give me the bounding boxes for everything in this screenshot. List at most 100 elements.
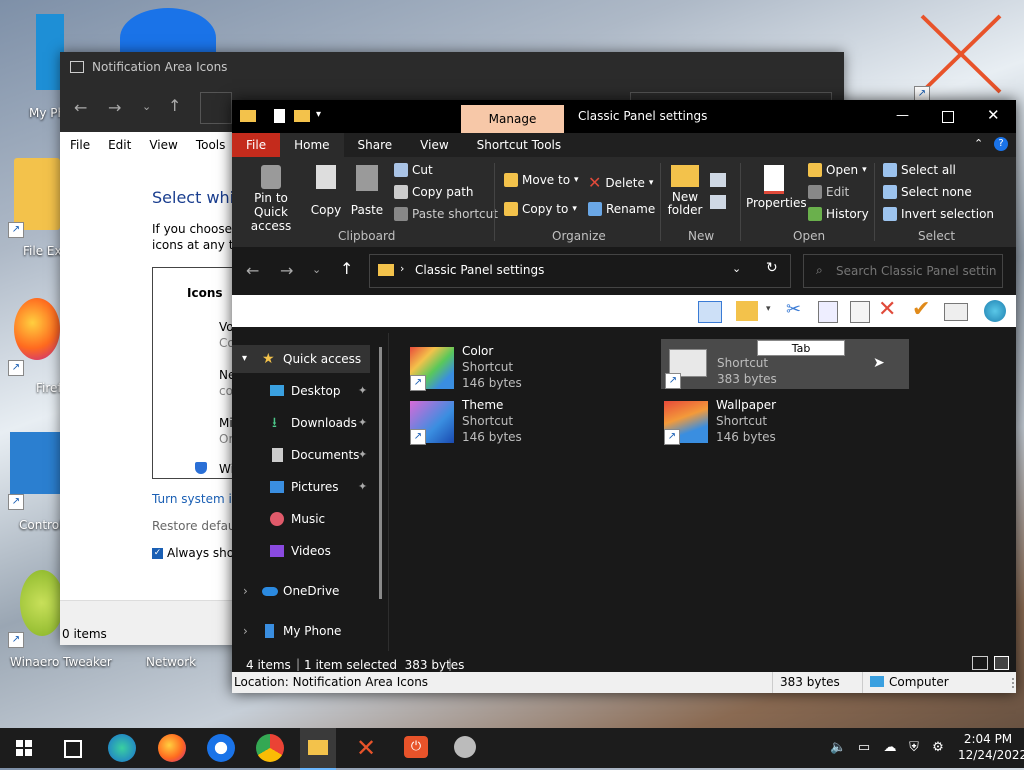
cut-entry[interactable]: Cut: [394, 163, 433, 177]
file-item-color[interactable]: ↗ Color Shortcut 146 bytes: [410, 343, 630, 393]
checkbox-checked-icon[interactable]: ✓: [152, 547, 163, 559]
edge-icon[interactable]: [108, 734, 136, 762]
delete-button[interactable]: ✕ Delete ▾: [588, 173, 653, 192]
firefox-icon[interactable]: [14, 298, 60, 360]
restore-defaults-link[interactable]: Restore default: [152, 519, 244, 533]
pin-icon[interactable]: ✦: [358, 409, 367, 437]
power-app-icon[interactable]: ⏻: [404, 736, 428, 758]
paste-button[interactable]: Paste: [350, 165, 384, 217]
minimize-button[interactable]: —: [896, 108, 909, 123]
up-arrow-icon[interactable]: ↑: [340, 259, 353, 278]
back-arrow-icon[interactable]: ←: [74, 98, 87, 117]
forward-arrow-icon[interactable]: →: [108, 98, 121, 117]
chrome-icon[interactable]: [256, 734, 284, 762]
chevron-down-icon[interactable]: ⌄: [312, 263, 321, 276]
chevron-down-icon[interactable]: ⌄: [142, 100, 151, 113]
edit-button[interactable]: Edit: [808, 185, 849, 199]
folder-icon[interactable]: [14, 158, 60, 230]
task-view-icon[interactable]: [64, 740, 82, 758]
invert-selection-button[interactable]: Invert selection: [883, 207, 994, 221]
close-x-icon[interactable]: [912, 8, 1008, 98]
new-folder-button[interactable]: New folder: [666, 165, 704, 217]
resize-grip-icon[interactable]: [1004, 678, 1014, 688]
pin-icon[interactable]: ✦: [358, 473, 367, 501]
chevron-down-icon[interactable]: ⌄: [732, 262, 741, 275]
back-arrow-icon[interactable]: ←: [246, 261, 259, 280]
control-panel-icon[interactable]: [10, 432, 60, 494]
help-icon[interactable]: ?: [994, 137, 1008, 151]
up-arrow-icon[interactable]: ↑: [168, 96, 181, 115]
checklist-icon[interactable]: [736, 301, 758, 321]
open-button[interactable]: Open ▾: [808, 163, 867, 177]
file-item-tab-selected[interactable]: ↗ Shortcut 383 bytes ➤: [661, 339, 909, 389]
pin-quick-access-button[interactable]: Pin to Quick access: [238, 165, 304, 233]
chevron-up-icon[interactable]: ⌃: [974, 137, 983, 150]
volume-icon[interactable]: 🔈: [830, 740, 846, 756]
manage-tab[interactable]: Manage: [461, 105, 564, 133]
details-view-icon[interactable]: [972, 656, 988, 670]
close-button[interactable]: ✕: [987, 106, 1000, 124]
properties-quick-icon[interactable]: [274, 109, 285, 123]
new-folder-quick-icon[interactable]: [294, 110, 310, 122]
clock[interactable]: 2:04 PM 12/24/2022: [958, 731, 1024, 763]
always-show-checkbox[interactable]: ✓ Always show: [152, 546, 244, 560]
select-all-button[interactable]: Select all: [883, 163, 956, 177]
start-windows-icon[interactable]: [16, 740, 32, 756]
delete-x-icon[interactable]: ✕: [878, 297, 896, 322]
shield-app-icon[interactable]: [454, 736, 476, 758]
chevron-down-icon[interactable]: ▾: [242, 345, 247, 373]
menu-view[interactable]: View: [149, 138, 177, 152]
maximize-button[interactable]: [942, 111, 954, 123]
list-item[interactable]: Mi: [219, 416, 233, 430]
file-item-wallpaper[interactable]: ↗ Wallpaper Shortcut 146 bytes: [664, 397, 884, 447]
copy-path-button[interactable]: Copy path: [394, 185, 474, 199]
refresh-icon[interactable]: ↻: [766, 260, 778, 276]
nav-scrollbar[interactable]: [379, 347, 382, 599]
large-icons-view-icon[interactable]: [994, 656, 1009, 670]
copy-to-button[interactable]: Copy to ▾: [504, 202, 577, 216]
check-icon[interactable]: ✔: [912, 297, 930, 322]
title-bar[interactable]: Notification Area Icons — ✕: [60, 52, 887, 124]
security-icon[interactable]: ⛨: [906, 740, 922, 756]
forward-arrow-icon[interactable]: →: [280, 261, 293, 280]
onedrive-off-icon[interactable]: ☁: [882, 740, 898, 756]
tab-file[interactable]: File: [232, 133, 281, 157]
copy-button[interactable]: Copy: [308, 165, 344, 217]
paste-icon[interactable]: [850, 301, 870, 323]
search-input[interactable]: [834, 261, 998, 281]
address-bar[interactable]: [200, 92, 232, 124]
copy-icon[interactable]: [818, 301, 838, 323]
cut-icon[interactable]: ✂: [786, 299, 801, 320]
chevron-down-icon[interactable]: ▾: [766, 304, 771, 314]
pin-icon[interactable]: ✦: [358, 441, 367, 469]
history-button[interactable]: History: [808, 207, 869, 221]
tab-view[interactable]: View: [406, 133, 462, 157]
search-box[interactable]: ⌕: [803, 254, 1003, 288]
menu-file[interactable]: File: [70, 138, 90, 152]
rename-button[interactable]: Rename: [588, 202, 655, 216]
pin-icon[interactable]: ✦: [358, 377, 367, 405]
tab-home[interactable]: Home: [280, 133, 344, 157]
network-icon[interactable]: ▭: [856, 740, 872, 756]
chevron-down-icon[interactable]: ▾: [316, 109, 321, 120]
tab-shortcut-tools[interactable]: Shortcut Tools: [463, 133, 576, 157]
winaero-tweaker-icon[interactable]: [20, 570, 64, 636]
menu-edit[interactable]: Edit: [108, 138, 131, 152]
paste-shortcut-button[interactable]: Paste shortcut: [394, 207, 498, 221]
rename-input[interactable]: [757, 340, 845, 356]
file-item-theme[interactable]: ↗ Theme Shortcut 146 bytes: [410, 397, 630, 447]
move-to-button[interactable]: Move to ▾: [504, 173, 579, 187]
tab-share[interactable]: Share: [344, 133, 407, 157]
select-none-button[interactable]: Select none: [883, 185, 972, 199]
chevron-right-icon[interactable]: ›: [243, 617, 248, 645]
chevron-right-icon[interactable]: ›: [243, 577, 248, 605]
explorer-window[interactable]: ▾ Manage Classic Panel settings — ✕ File…: [232, 100, 1016, 693]
globe-icon[interactable]: [984, 300, 1006, 322]
chromium-icon[interactable]: [207, 734, 235, 762]
menu-tools[interactable]: Tools: [196, 138, 226, 152]
firefox-icon[interactable]: [158, 734, 186, 762]
settings-gear-icon[interactable]: ⚙: [930, 740, 946, 756]
preview-pane-icon[interactable]: [698, 301, 722, 323]
properties-sheet-icon[interactable]: [944, 303, 968, 321]
x-app-icon[interactable]: ✕: [356, 734, 376, 762]
